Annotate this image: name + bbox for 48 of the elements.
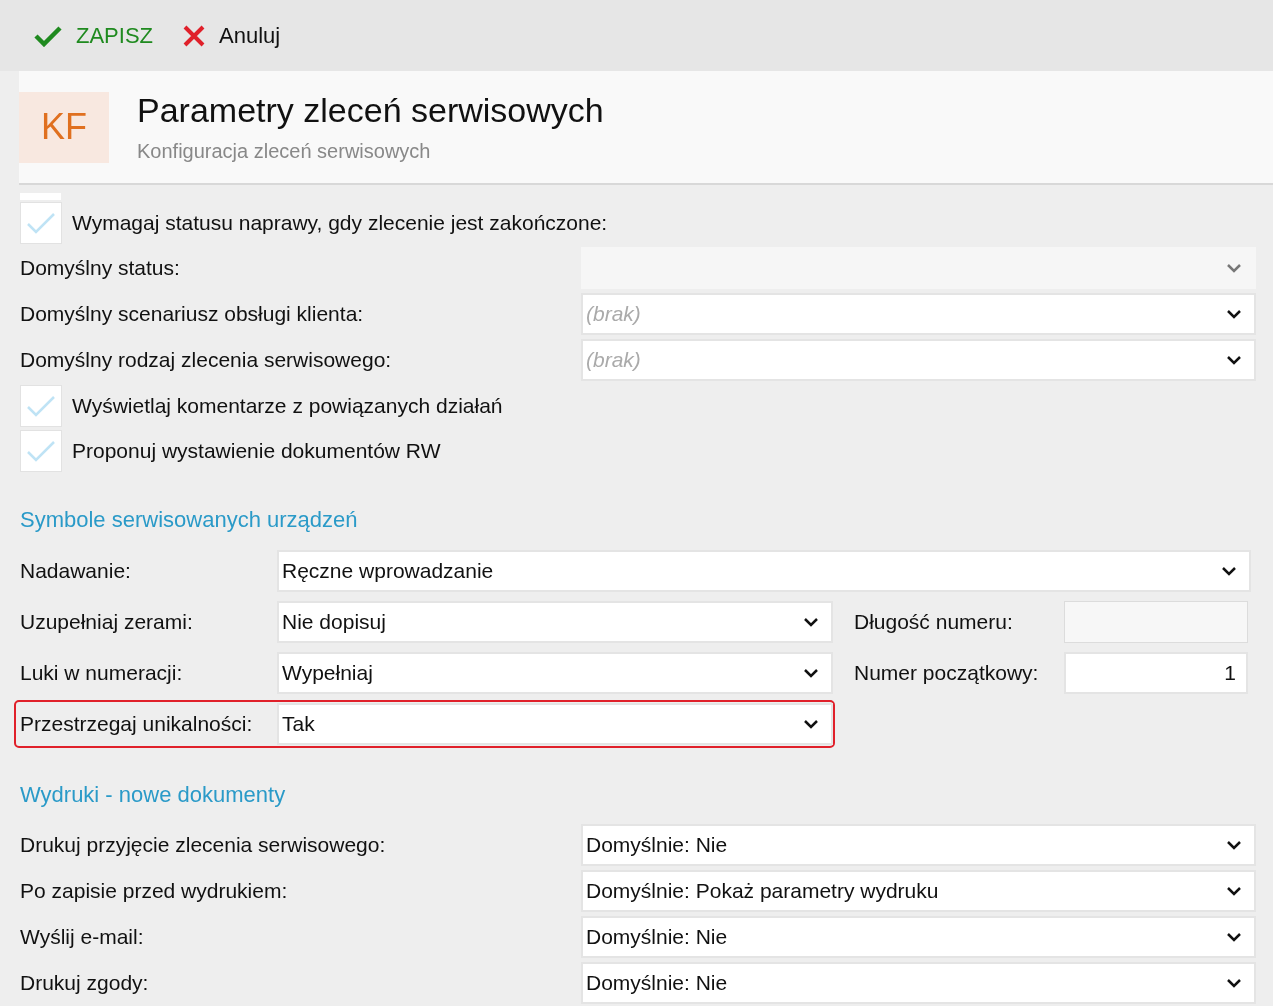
chevron-down-icon bbox=[1226, 263, 1242, 273]
chevron-down-icon bbox=[1226, 886, 1242, 896]
checkbox[interactable] bbox=[20, 429, 62, 472]
chevron-down-icon bbox=[1221, 566, 1237, 576]
checkmark-icon bbox=[34, 24, 62, 47]
field-label: Długość numeru: bbox=[854, 610, 1014, 634]
dropdown[interactable]: Ręczne wprowadzanie bbox=[277, 550, 1251, 592]
dropdown[interactable]: Tak bbox=[277, 703, 833, 745]
field-label: Drukuj zgody: bbox=[20, 971, 150, 995]
save-button[interactable]: ZAPISZ bbox=[32, 18, 155, 53]
field-label: Domyślny scenariusz obsługi klienta: bbox=[20, 302, 365, 326]
checkbox[interactable] bbox=[20, 384, 62, 427]
module-badge: KF bbox=[19, 91, 109, 163]
chevron-down-icon bbox=[1226, 932, 1242, 942]
dropdown[interactable]: Wypełniaj bbox=[277, 652, 833, 694]
checkbox-label: Wyświetlaj komentarze z powiązanych działań bbox=[72, 393, 503, 418]
chevron-down-icon bbox=[1226, 840, 1242, 850]
field-label: Luki w numeracji: bbox=[20, 661, 184, 685]
close-icon bbox=[183, 24, 205, 47]
checkbox-label: Wymagaj statusu naprawy, gdy zlecenie jest zakończone: bbox=[72, 210, 608, 235]
dropdown[interactable]: Domyślnie: Pokaż parametry wydruku bbox=[581, 870, 1256, 912]
dropdown[interactable]: Domyślnie: Nie bbox=[581, 916, 1256, 958]
section-heading: Symbole serwisowanych urządzeń bbox=[20, 507, 359, 533]
dropdown[interactable]: Domyślnie: Nie bbox=[581, 962, 1256, 1004]
field-label: Domyślny rodzaj zlecenia serwisowego: bbox=[20, 348, 393, 372]
dropdown[interactable]: Nie dopisuj bbox=[277, 601, 833, 643]
number-field[interactable]: 1 bbox=[1064, 652, 1248, 694]
page-title: Parametry zleceń serwisowych bbox=[137, 91, 604, 130]
checkbox-label: Proponuj wystawienie dokumentów RW bbox=[72, 438, 441, 463]
cancel-button[interactable]: Anuluj bbox=[181, 18, 283, 53]
chevron-down-icon bbox=[803, 719, 819, 729]
chevron-down-icon bbox=[1226, 978, 1242, 988]
chevron-down-icon bbox=[1226, 309, 1242, 319]
chevron-down-icon bbox=[803, 617, 819, 627]
field-label: Drukuj przyjęcie zlecenia serwisowego: bbox=[20, 833, 387, 857]
chevron-down-icon bbox=[1226, 355, 1242, 365]
dropdown[interactable]: Domyślnie: Nie bbox=[581, 824, 1256, 866]
chevron-down-icon bbox=[803, 668, 819, 678]
field-label: Wyślij e-mail: bbox=[20, 925, 145, 949]
field-label: Domyślny status: bbox=[20, 256, 181, 280]
field-label: Numer początkowy: bbox=[854, 661, 1040, 685]
section-heading: Wydruki - nowe dokumenty bbox=[20, 782, 287, 808]
field-label: Uzupełniaj zerami: bbox=[20, 610, 194, 634]
page-subtitle: Konfiguracja zleceń serwisowych bbox=[137, 140, 432, 163]
checkbox[interactable] bbox=[20, 201, 62, 244]
field-label: Nadawanie: bbox=[20, 559, 132, 583]
field-label: Przestrzegaj unikalności: bbox=[20, 712, 254, 736]
field-label: Po zapisie przed wydrukiem: bbox=[20, 879, 289, 903]
